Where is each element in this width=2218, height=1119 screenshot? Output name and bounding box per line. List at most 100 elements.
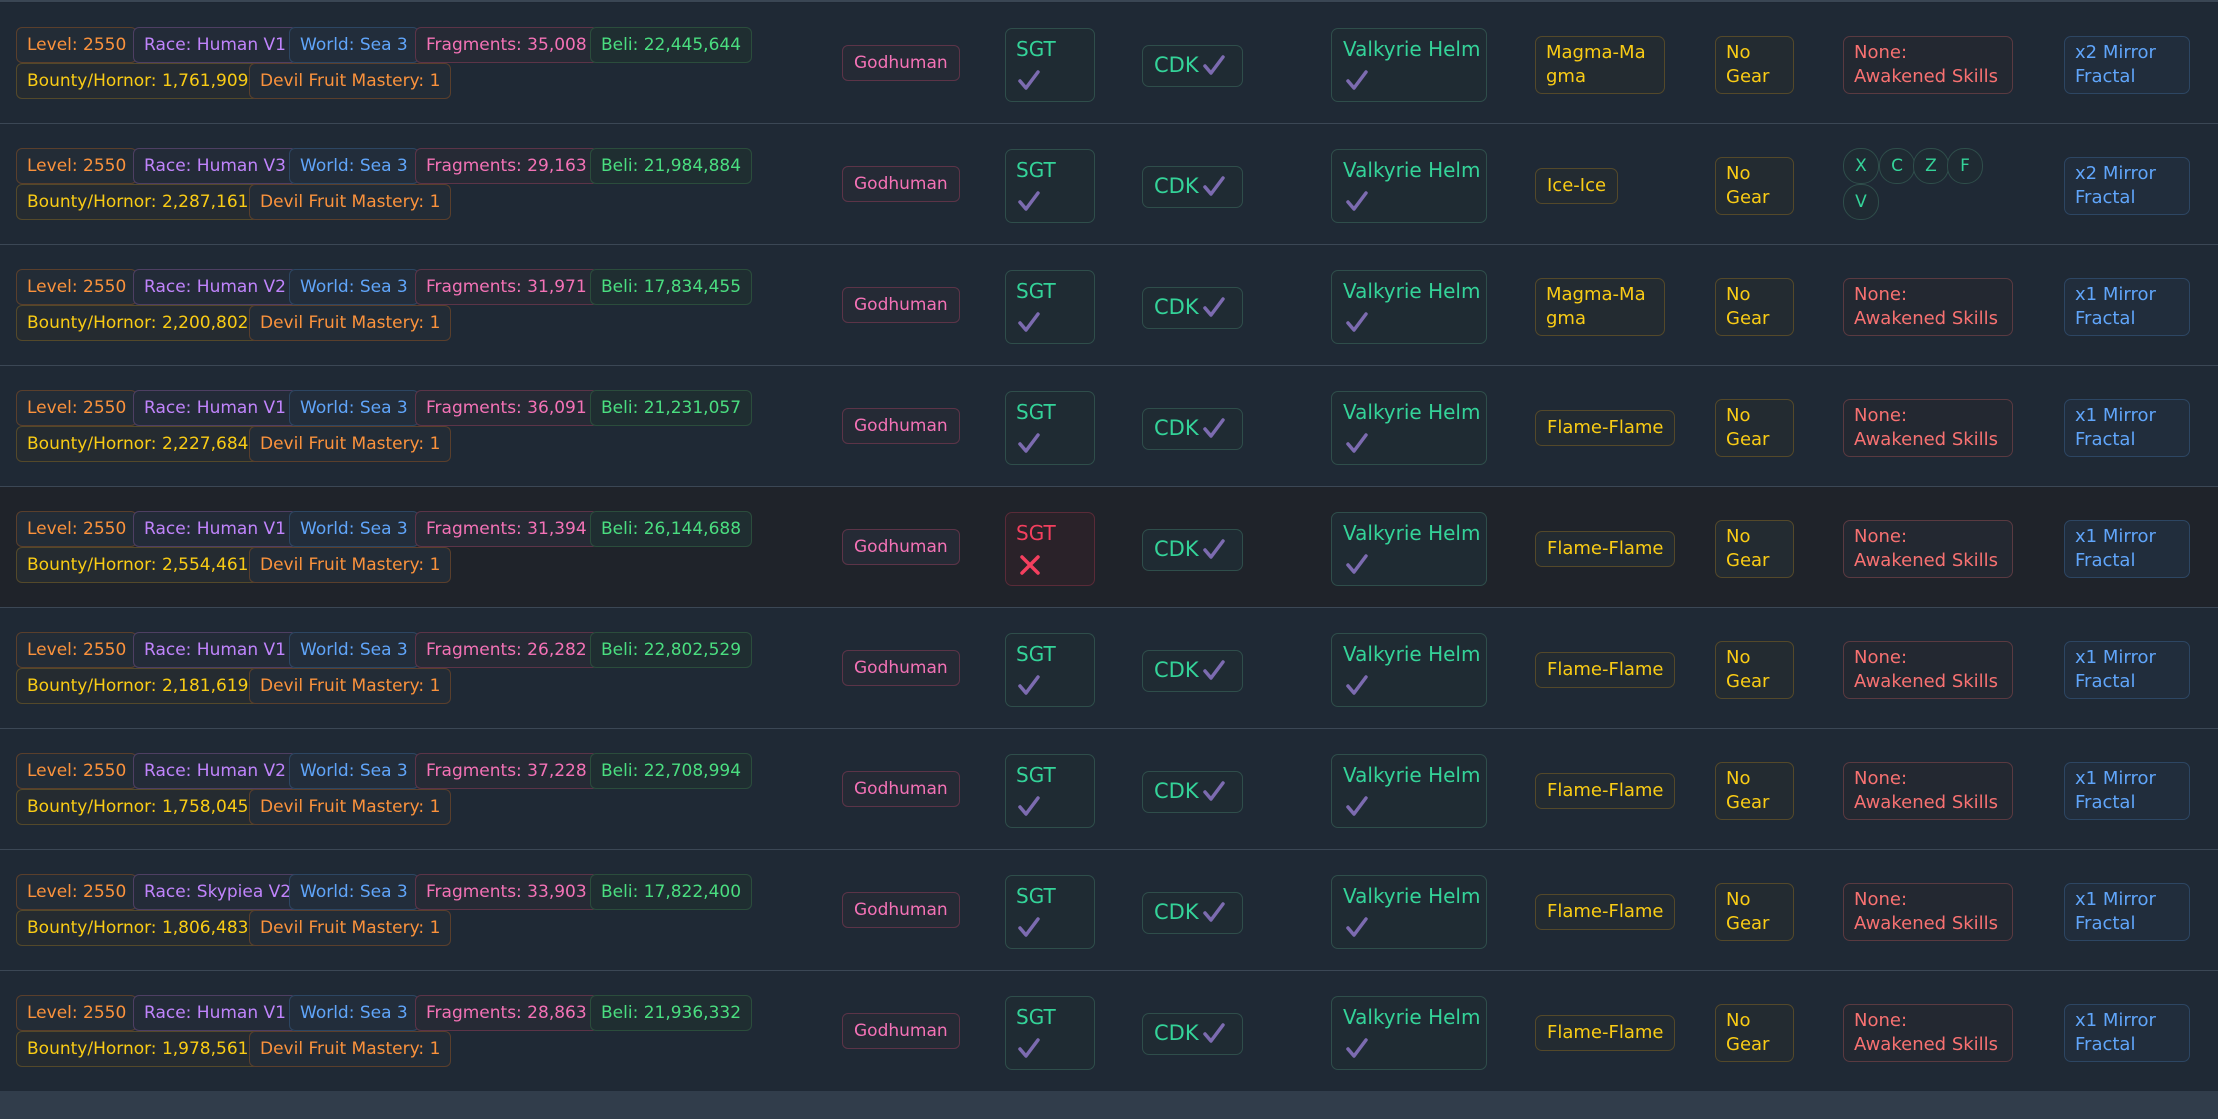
check-icon — [1203, 538, 1225, 560]
check-icon — [1203, 417, 1225, 439]
check-icon — [1203, 175, 1225, 197]
sgt-status: SGT — [1005, 391, 1095, 465]
race-tag: Race: Human V1 — [133, 390, 297, 426]
cdk-status: CDK — [1142, 529, 1243, 571]
bounty-tag: Bounty/Hornor: 2,554,461 — [16, 547, 260, 583]
check-icon — [1203, 1022, 1225, 1044]
fighting-style-badge: Godhuman — [842, 45, 960, 81]
beli-tag: Beli: 21,984,884 — [590, 148, 753, 184]
devil-fruit-badge: Flame-Flame — [1535, 652, 1676, 688]
gear-badge: No Gear — [1715, 883, 1794, 941]
level-tag: Level: 2550 — [16, 995, 138, 1031]
top-divider — [0, 0, 2218, 2]
world-tag: World: Sea 3 — [289, 27, 419, 63]
table-row[interactable]: Level: 2550 Race: Human V1 World: Sea 3 Fra… — [0, 971, 2218, 1093]
check-icon — [1203, 780, 1225, 802]
fighting-style-badge: Godhuman — [842, 1013, 960, 1049]
sgt-label: SGT — [1016, 884, 1056, 908]
beli-tag: Beli: 17,822,400 — [590, 874, 753, 910]
cdk-status: CDK — [1142, 166, 1243, 208]
bounty-tag: Bounty/Hornor: 1,758,045 — [16, 789, 260, 825]
level-tag: Level: 2550 — [16, 269, 138, 305]
sgt-status: SGT — [1005, 633, 1095, 707]
account-table: Level: 2550 Race: Human V1 World: Sea 3 Fra… — [0, 0, 2218, 1119]
cdk-label: CDK — [1154, 658, 1199, 682]
fighting-style-badge: Godhuman — [842, 892, 960, 928]
bounty-tag: Bounty/Hornor: 1,761,909 — [16, 63, 260, 99]
table-row[interactable]: Level: 2550 Race: Human V2 World: Sea 3 Fra… — [0, 245, 2218, 367]
table-row[interactable]: Level: 2550 Race: Human V2 World: Sea 3 Fra… — [0, 729, 2218, 851]
sgt-status: SGT — [1005, 996, 1095, 1070]
fragments-tag: Fragments: 28,863 — [415, 995, 598, 1031]
level-tag: Level: 2550 — [16, 632, 138, 668]
sgt-status: SGT — [1005, 875, 1095, 949]
check-icon — [1346, 1037, 1368, 1059]
valkyrie-helm-status: Valkyrie Helm — [1331, 754, 1487, 828]
devil-fruit-badge: Flame-Flame — [1535, 894, 1676, 930]
table-row[interactable]: Level: 2550 Race: Human V1 World: Sea 3 Fra… — [0, 3, 2218, 125]
sgt-label: SGT — [1016, 279, 1056, 303]
cdk-label: CDK — [1154, 1021, 1199, 1045]
awakened-key-z: Z — [1913, 148, 1949, 184]
check-icon — [1018, 1037, 1040, 1059]
mastery-tag: Devil Fruit Mastery: 1 — [249, 547, 452, 583]
world-tag: World: Sea 3 — [289, 269, 419, 305]
mirror-fractal-badge: x1 Mirror Fractal — [2064, 762, 2190, 820]
bounty-tag: Bounty/Hornor: 2,200,802 — [16, 305, 260, 341]
cdk-label: CDK — [1154, 900, 1199, 924]
fragments-tag: Fragments: 35,008 — [415, 27, 598, 63]
fragments-tag: Fragments: 29,163 — [415, 148, 598, 184]
table-row[interactable]: Level: 2550 Race: Human V3 World: Sea 3 Fra… — [0, 124, 2218, 246]
mirror-fractal-badge: x1 Mirror Fractal — [2064, 1004, 2190, 1062]
cdk-status: CDK — [1142, 287, 1243, 329]
table-row[interactable]: Level: 2550 Race: Human V1 World: Sea 3 Fra… — [0, 487, 2218, 609]
check-icon — [1346, 69, 1368, 91]
valkyrie-helm-label: Valkyrie Helm — [1343, 158, 1481, 182]
check-icon — [1346, 916, 1368, 938]
valkyrie-helm-label: Valkyrie Helm — [1343, 884, 1481, 908]
sgt-label: SGT — [1016, 400, 1056, 424]
cdk-label: CDK — [1154, 53, 1199, 77]
level-tag: Level: 2550 — [16, 148, 138, 184]
check-icon — [1203, 296, 1225, 318]
level-tag: Level: 2550 — [16, 27, 138, 63]
bounty-tag: Bounty/Hornor: 2,227,684 — [16, 426, 260, 462]
gear-badge: No Gear — [1715, 278, 1794, 336]
check-icon — [1018, 674, 1040, 696]
race-tag: Race: Human V3 — [133, 148, 297, 184]
check-icon — [1346, 674, 1368, 696]
gear-badge: No Gear — [1715, 641, 1794, 699]
devil-fruit-badge: Flame-Flame — [1535, 1015, 1676, 1051]
check-icon — [1346, 795, 1368, 817]
awakened-skills-badge: None: Awakened Skills — [1843, 762, 2013, 820]
race-tag: Race: Skypiea V2 — [133, 874, 303, 910]
table-row[interactable]: Level: 2550 Race: Skypiea V2 World: Sea 3F… — [0, 850, 2218, 972]
cdk-status: CDK — [1142, 1013, 1243, 1055]
cdk-label: CDK — [1154, 416, 1199, 440]
gear-badge: No Gear — [1715, 399, 1794, 457]
fighting-style-badge: Godhuman — [842, 771, 960, 807]
mastery-tag: Devil Fruit Mastery: 1 — [249, 426, 452, 462]
awakened-skills-badge: None: Awakened Skills — [1843, 1004, 2013, 1062]
table-row[interactable]: Level: 2550 Race: Human V1 World: Sea 3 Fra… — [0, 608, 2218, 730]
beli-tag: Beli: 22,708,994 — [590, 753, 753, 789]
world-tag: World: Sea 3 — [289, 995, 419, 1031]
valkyrie-helm-status: Valkyrie Helm — [1331, 28, 1487, 102]
mirror-fractal-badge: x1 Mirror Fractal — [2064, 641, 2190, 699]
mastery-tag: Devil Fruit Mastery: 1 — [249, 63, 452, 99]
awakened-key-v: V — [1843, 184, 1879, 220]
sgt-label: SGT — [1016, 37, 1056, 61]
check-icon — [1346, 190, 1368, 212]
mastery-tag: Devil Fruit Mastery: 1 — [249, 184, 452, 220]
cdk-status: CDK — [1142, 650, 1243, 692]
awakened-skills-badge: None: Awakened Skills — [1843, 883, 2013, 941]
valkyrie-helm-status: Valkyrie Helm — [1331, 270, 1487, 344]
devil-fruit-badge: Flame-Flame — [1535, 410, 1676, 446]
fragments-tag: Fragments: 33,903 — [415, 874, 598, 910]
mirror-fractal-badge: x1 Mirror Fractal — [2064, 399, 2190, 457]
valkyrie-helm-label: Valkyrie Helm — [1343, 763, 1481, 787]
gear-badge: No Gear — [1715, 1004, 1794, 1062]
table-row[interactable]: Level: 2550 Race: Human V1 World: Sea 3 Fra… — [0, 366, 2218, 488]
cdk-label: CDK — [1154, 537, 1199, 561]
valkyrie-helm-label: Valkyrie Helm — [1343, 37, 1481, 61]
